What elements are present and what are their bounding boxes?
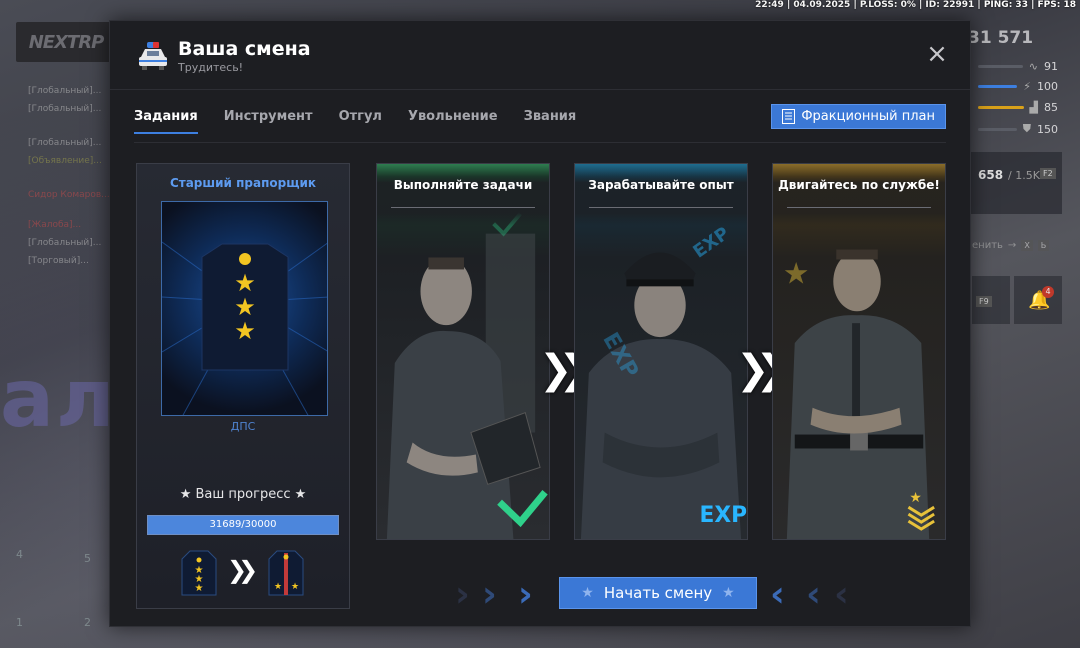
svg-text:★: ★ <box>234 317 256 345</box>
chat-line: [Торговый]... <box>28 256 89 266</box>
hotbar-slot: 1 <box>16 616 23 629</box>
chat-line: [Объявление]... <box>28 156 102 166</box>
progress-text: 31689/30000 <box>209 519 277 530</box>
tab-tools[interactable]: Инструмент <box>224 109 313 134</box>
faction-plan-button[interactable]: Фракционный план <box>771 104 946 129</box>
info-card-career: ★ ★ Двигайтесь по службе! <box>772 163 946 540</box>
chat-line: [Глобальный]... <box>28 86 102 96</box>
chat-line: [Глобальный]... <box>28 238 102 248</box>
tab-leave[interactable]: Отгул <box>339 109 382 134</box>
close-icon[interactable]: × <box>926 41 948 67</box>
shoulder-board-icon: ★ ★ ★ <box>162 241 327 415</box>
start-shift-button[interactable]: ★ Начать смену ★ <box>559 577 757 609</box>
progress-bar: 31689/30000 <box>147 515 339 535</box>
bell-icon: 🔔 <box>1028 290 1051 311</box>
card-title-divider <box>787 207 931 208</box>
chevron-right-icon: › <box>455 574 470 615</box>
status-bar: 22:49 | 04.09.2025 | P.LOSS: 0% | ID: 22… <box>755 0 1076 10</box>
info-card-tasks: Выполняйте задачи <box>376 163 550 540</box>
unit-label: ДПС <box>230 420 256 433</box>
tab-ranks[interactable]: Звания <box>524 109 577 134</box>
card-title-divider <box>589 207 733 208</box>
rank-card: Старший прапорщик ★ ★ ★ ДПС ★ Ваш прогре… <box>136 163 350 609</box>
stat-armor: ⛊ 150 <box>978 122 1058 136</box>
chevron-left-icon: ‹ <box>770 574 785 615</box>
info-card-experience: EXP EXP EXP Зарабатывайте опыт <box>574 163 748 540</box>
card-header <box>377 164 549 226</box>
rank-title: Старший прапорщик <box>169 176 317 190</box>
modal-title: Ваша смена <box>178 38 311 60</box>
chevron-left-icon: ‹ <box>834 574 849 615</box>
world-text: ал <box>0 352 117 445</box>
exp-badge: EXP <box>700 503 747 528</box>
tab-divider <box>134 142 946 143</box>
shift-modal: Ваша смена Трудитесь! × Задания Инструме… <box>109 20 971 627</box>
modal-subtitle: Трудитесь! <box>178 61 244 74</box>
tab-bar: Задания Инструмент Отгул Увольнение Зван… <box>134 109 576 134</box>
tab-dismissal[interactable]: Увольнение <box>408 109 498 134</box>
card-header <box>773 164 945 226</box>
next-rank-icon: ★ ★ <box>268 550 304 596</box>
card-header <box>575 164 747 226</box>
chevron-left-icon: ‹ <box>806 574 821 615</box>
money-display: 31 571 <box>968 28 1034 48</box>
document-icon <box>782 109 796 124</box>
progress-label: ★ Ваш прогресс ★ <box>179 487 307 502</box>
chat-line: [Глобальный]... <box>28 138 102 148</box>
server-logo: NEXTRP <box>16 22 116 62</box>
hotbar-slot: 4 <box>16 548 23 561</box>
police-car-icon <box>139 42 167 70</box>
stat-hunger: ▟ 85 <box>978 101 1058 114</box>
star-icon: ★ <box>722 585 735 601</box>
current-rank-icon: ★ ★ ★ <box>181 550 217 596</box>
notifications-button: 🔔 4 <box>1014 276 1062 324</box>
card-title: Зарабатывайте опыт <box>588 178 734 192</box>
svg-text:★: ★ <box>291 582 299 592</box>
card-title: Выполняйте задачи <box>393 178 533 192</box>
svg-text:★: ★ <box>195 583 204 594</box>
key-hint: енить → X Ь <box>972 240 1050 251</box>
chat-line: [Жалоба]... <box>28 220 82 230</box>
weapon-panel: 658 / 1.5K F2 <box>970 152 1062 214</box>
quick-slot-f9: F9 <box>972 276 1010 324</box>
star-icon: ★ <box>581 585 594 601</box>
stat-stamina: ⚡ 100 <box>978 80 1058 93</box>
card-title: Двигайтесь по службе! <box>778 178 940 192</box>
svg-text:★: ★ <box>783 256 810 291</box>
stat-health: ∿ 91 <box>978 60 1058 73</box>
chat-line: Сидор Комаров... <box>28 190 110 200</box>
rank-insignia: ★ ★ ★ <box>161 201 328 416</box>
step-arrow-icon: ❯❯ <box>736 347 789 393</box>
chevron-right-icon: › <box>518 574 533 615</box>
next-rank-arrow: ❯❯ <box>227 556 258 584</box>
header-divider <box>110 89 970 90</box>
hotbar-slot: 5 <box>84 552 91 565</box>
hotbar-slot: 2 <box>84 616 91 629</box>
chevron-right-icon: › <box>482 574 497 615</box>
svg-text:★: ★ <box>909 490 921 506</box>
step-arrow-icon: ❯❯ <box>539 347 592 393</box>
card-title-divider <box>391 207 535 208</box>
svg-text:★: ★ <box>274 582 282 592</box>
chat-line: [Глобальный]... <box>28 104 102 114</box>
tab-tasks[interactable]: Задания <box>134 109 198 134</box>
